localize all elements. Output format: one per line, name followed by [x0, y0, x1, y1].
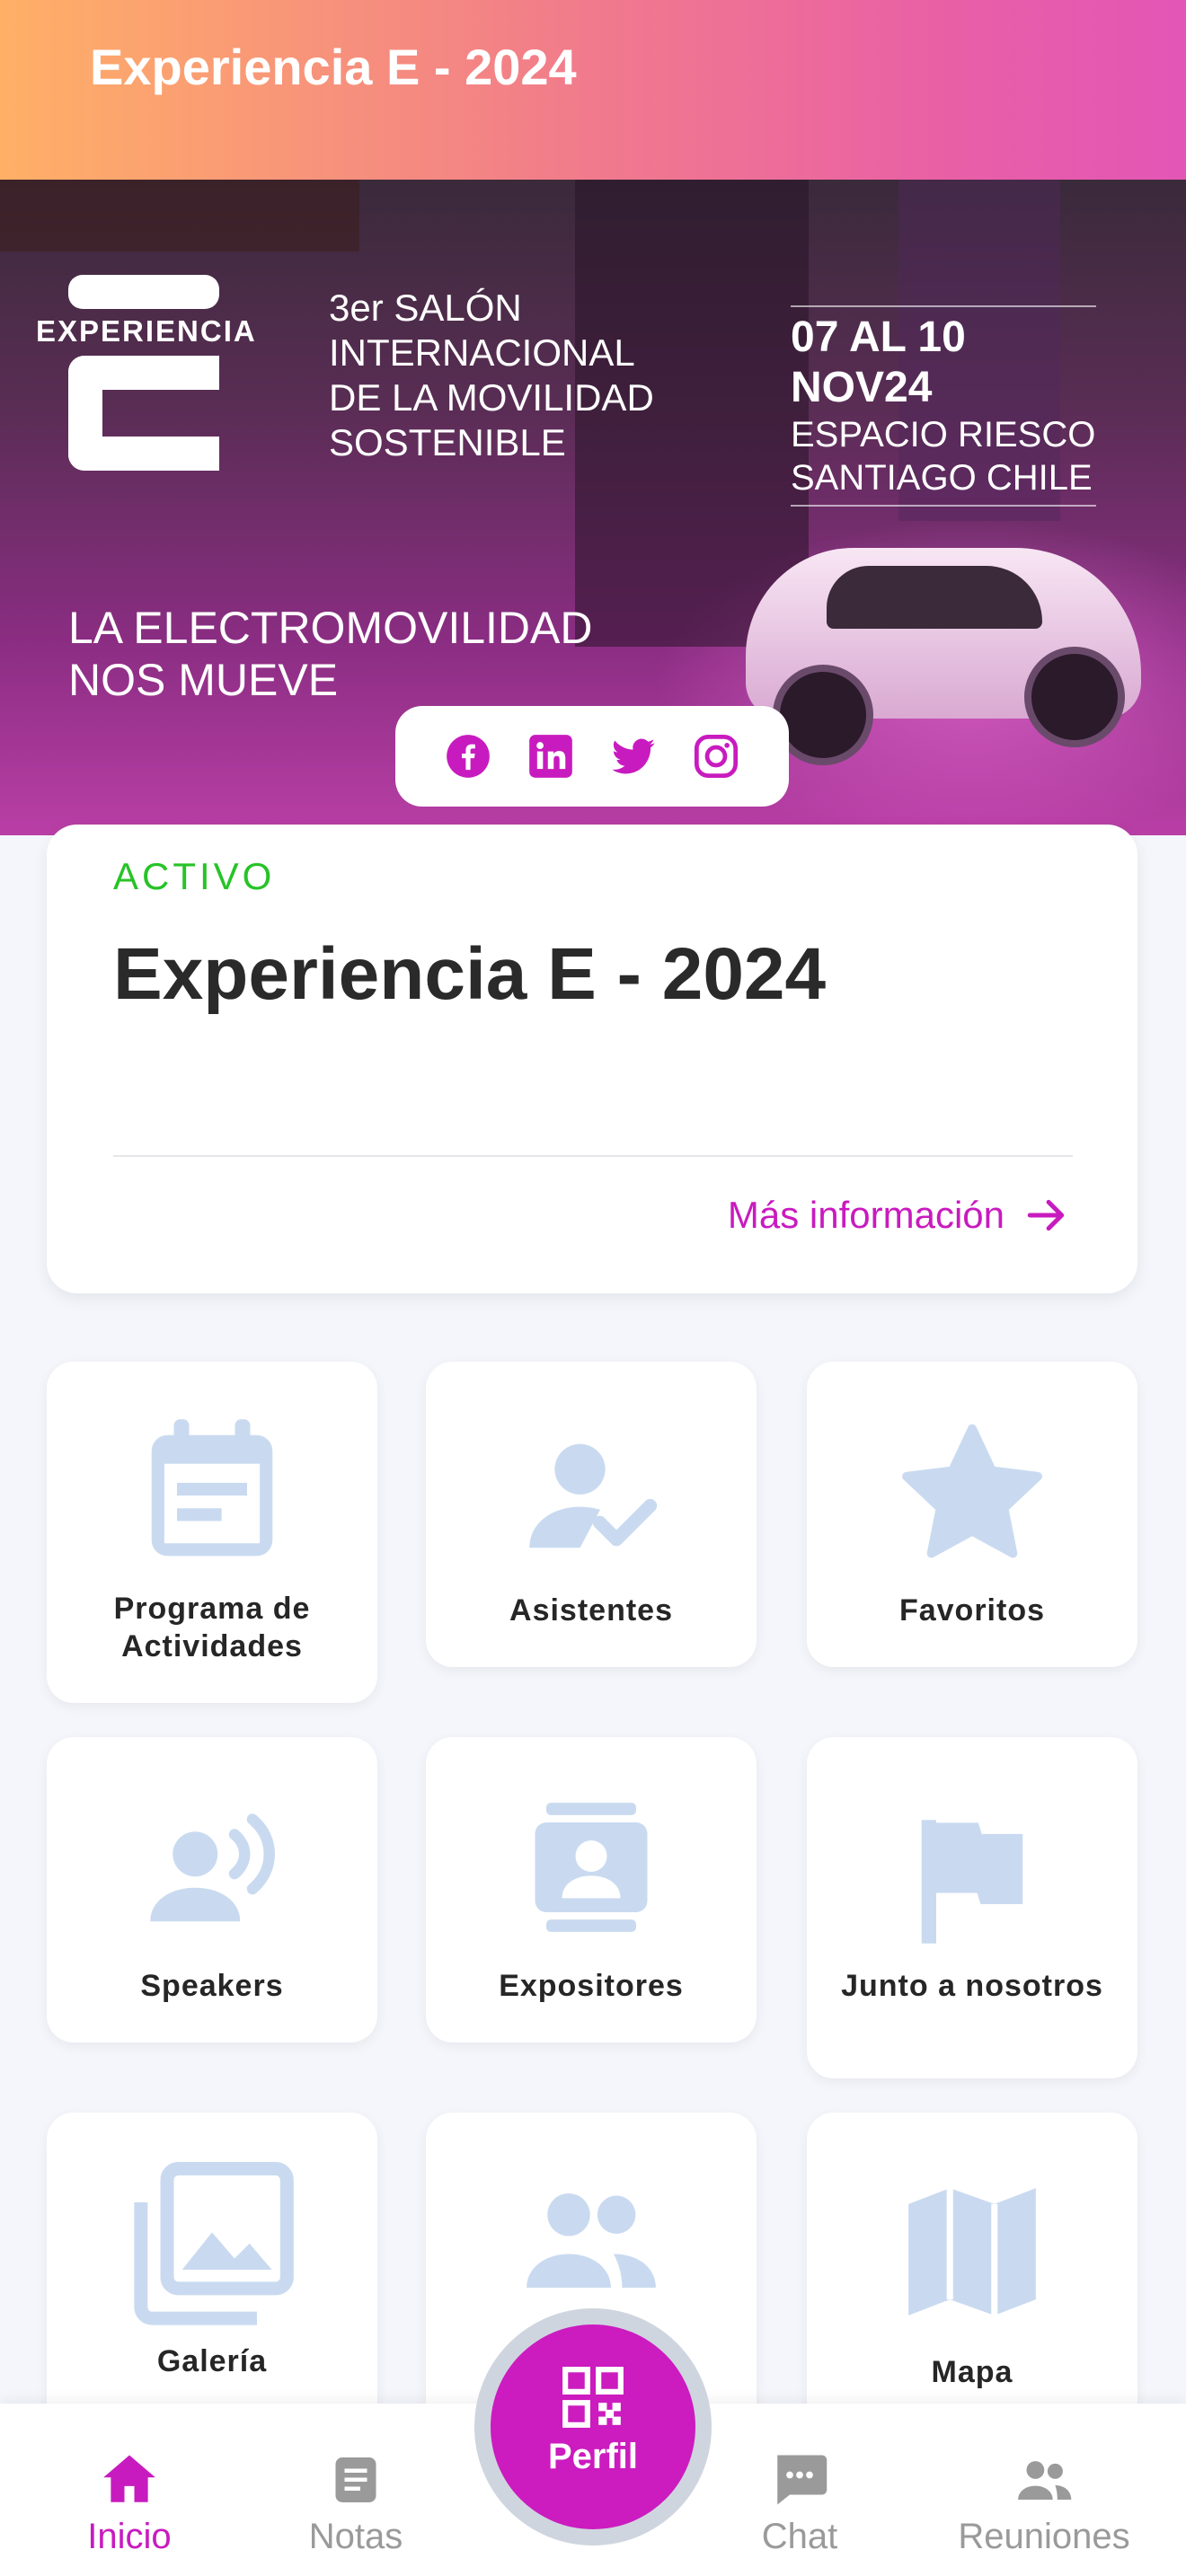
tile-label: Speakers: [140, 1969, 284, 2003]
header-title: Experiencia E - 2024: [90, 39, 577, 95]
perfil-label: Perfil: [547, 2437, 639, 2476]
salon-line: DE LA MOVILIDAD: [329, 376, 654, 419]
event-title: Experiencia E - 2024: [113, 933, 827, 1015]
salon-line: INTERNACIONAL: [329, 331, 635, 374]
banner-tagline: LA ELECTROMOVILIDAD NOS MUEVE: [68, 602, 593, 706]
event-info-card: ACTIVO Experiencia E - 2024 Más informac…: [47, 825, 1137, 1293]
event-venue: ESPACIO RIESCO: [791, 415, 1096, 454]
tile-label: Galería: [156, 2344, 268, 2378]
more-info-link[interactable]: Más información: [728, 1193, 1069, 1238]
salon-line: SOSTENIBLE: [329, 421, 566, 463]
salon-line: 3er SALÓN: [329, 287, 522, 329]
event-logo-e: [68, 356, 219, 471]
contact-card-icon: [535, 1803, 648, 1932]
card-divider: [113, 1155, 1073, 1157]
linkedin-icon[interactable]: [527, 733, 574, 780]
tagline-line: LA ELECTROMOVILIDAD: [68, 603, 593, 653]
app-header: Experiencia E - 2024: [0, 0, 1186, 180]
qr-code-icon: [562, 2367, 624, 2428]
gallery-icon: [134, 2162, 294, 2325]
tile-favoritos[interactable]: Favoritos: [807, 1362, 1137, 1667]
nav-label: Reuniones: [958, 2517, 1130, 2556]
tile-label: Junto a nosotros: [841, 1969, 1103, 2003]
arrow-right-icon: [1027, 1199, 1065, 1231]
tile-label: Expositores: [499, 1969, 684, 2003]
chat-icon: [777, 2455, 828, 2505]
star-icon: [902, 1424, 1042, 1558]
more-info-label: Más información: [727, 1194, 1005, 1236]
people-icon: [1018, 2461, 1072, 2500]
car-window: [827, 566, 1042, 629]
nav-label: Chat: [761, 2517, 838, 2556]
tile-asistentes[interactable]: Asistentes: [426, 1362, 757, 1667]
home-icon: [103, 2455, 155, 2502]
tile-galeria[interactable]: Galería: [47, 2113, 377, 2454]
flag-icon: [921, 1820, 1023, 1944]
facebook-icon[interactable]: [445, 733, 491, 780]
tile-speakers[interactable]: Speakers: [47, 1737, 377, 2042]
banner-roof: [0, 180, 359, 251]
nav-item-chat[interactable]: Chat: [710, 2450, 890, 2557]
event-date: 07 AL 10 NOV24: [791, 305, 1096, 413]
instagram-icon[interactable]: [693, 733, 739, 780]
tile-label: Mapa: [931, 2355, 1013, 2389]
tile-label: Favoritos: [898, 1593, 1046, 1628]
tile-expositores[interactable]: Expositores: [426, 1737, 757, 2042]
event-banner: EXPERIENCIA 3er SALÓN INTERNACIONAL DE L…: [0, 180, 1186, 835]
notes-icon: [335, 2457, 376, 2502]
event-dates: 07 AL 10 NOV24 ESPACIO RIESCO SANTIAGO C…: [791, 305, 1096, 507]
map-icon: [908, 2188, 1036, 2316]
speaker-icon: [150, 1813, 276, 1922]
event-logo-bar: [68, 275, 219, 309]
user-check-icon: [529, 1443, 658, 1548]
car-wheel: [1024, 647, 1125, 747]
social-links: [395, 706, 789, 807]
nav-label: Inicio: [87, 2517, 172, 2556]
event-logo-word: EXPERIENCIA: [36, 314, 257, 348]
tile-label: Programa de Actividades: [113, 1592, 311, 1663]
tile-programa[interactable]: Programa de Actividades: [47, 1362, 377, 1703]
twitter-icon[interactable]: [610, 733, 657, 780]
perfil-button[interactable]: Perfil: [491, 2325, 695, 2529]
tile-mapa[interactable]: Mapa: [807, 2113, 1137, 2454]
tagline-line: NOS MUEVE: [68, 655, 339, 705]
nav-label: Notas: [308, 2517, 403, 2556]
nav-item-reuniones[interactable]: Reuniones: [936, 2450, 1152, 2557]
tile-junto-a-nosotros[interactable]: Junto a nosotros: [807, 1737, 1137, 2078]
group-icon: [527, 2193, 656, 2288]
nav-item-notas[interactable]: Notas: [266, 2450, 446, 2557]
tile-label: Asistentes: [509, 1593, 673, 1628]
nav-item-inicio[interactable]: Inicio: [40, 2450, 219, 2557]
status-badge: ACTIVO: [113, 855, 276, 897]
calendar-icon: [151, 1419, 273, 1557]
event-city: SANTIAGO CHILE: [791, 456, 1096, 507]
